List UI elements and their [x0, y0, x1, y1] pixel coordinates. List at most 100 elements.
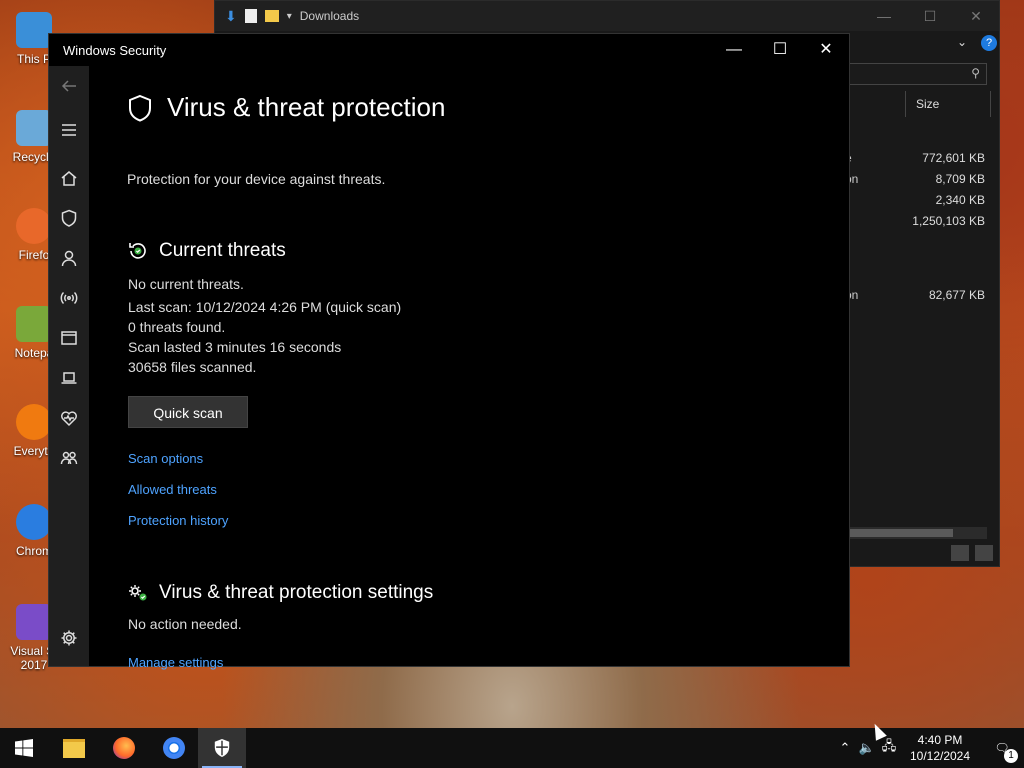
quick-scan-button[interactable]: Quick scan [128, 396, 248, 428]
settings-gear-icon[interactable] [59, 628, 79, 648]
explorer-window-controls: — ☐ ✕ [861, 8, 999, 25]
settings-heading: Virus & threat protection settings [127, 582, 433, 604]
list-item[interactable]: :1,250,103 KB [845, 214, 985, 235]
close-button[interactable]: ✕ [953, 8, 999, 25]
quick-access-toolbar: ⬇ ▾ [215, 8, 292, 25]
notification-count-badge: 1 [1004, 749, 1018, 763]
firefox-icon [113, 737, 135, 759]
visual-studio-icon [16, 604, 52, 640]
file-list: e772,601 KB on8,709 KB 2,340 KB :1,250,1… [845, 151, 985, 309]
scrollbar-thumb[interactable] [849, 529, 953, 537]
network-icon[interactable]: 🖧 [878, 737, 900, 759]
large-icons-view-icon[interactable] [975, 545, 993, 561]
laptop-icon[interactable] [59, 368, 79, 388]
clock-date: 10/12/2024 [909, 749, 971, 763]
security-titlebar[interactable]: Windows Security — ☐ ✕ [49, 34, 849, 66]
maximize-button[interactable]: ☐ [907, 8, 953, 25]
minimize-button[interactable]: — [861, 8, 907, 25]
section-title: Virus & threat protection settings [159, 582, 434, 603]
search-icon: ⚲ [971, 66, 980, 80]
minimize-button[interactable]: — [711, 34, 757, 66]
threat-status-text: No current threats. [128, 276, 244, 292]
system-tray: ⌃ 🔈 🖧 4:40 PM 10/12/2024 🗨 1 [834, 728, 1024, 768]
window-controls: — ☐ ✕ [711, 34, 849, 66]
navigation-rail [49, 66, 89, 666]
chrome-icon [16, 504, 52, 540]
action-center-button[interactable]: 🗨 1 [980, 741, 1024, 763]
recycle-bin-icon [16, 110, 52, 146]
notepad-icon [16, 306, 52, 342]
volume-muted-icon[interactable]: 🔈 [856, 740, 878, 756]
scan-duration-text: Scan lasted 3 minutes 16 seconds [128, 339, 342, 355]
list-gap [845, 235, 985, 288]
view-toggle [951, 545, 993, 561]
windows-logo-icon [15, 739, 33, 757]
help-icon[interactable]: ? [981, 35, 997, 51]
download-arrow-icon[interactable]: ⬇ [225, 8, 237, 25]
column-header-size[interactable]: Size [905, 91, 991, 117]
folder-icon[interactable] [264, 10, 279, 22]
taskbar-chrome[interactable] [150, 728, 198, 768]
firefox-icon [16, 208, 52, 244]
computer-icon [16, 12, 52, 48]
explorer-title: Downloads [299, 9, 360, 23]
family-icon[interactable] [59, 448, 79, 468]
page-subtitle: Protection for your device against threa… [127, 171, 386, 187]
current-threats-heading: Current threats [127, 240, 286, 262]
windows-security-window[interactable]: Windows Security — ☐ ✕ Virus & threat pr… [48, 33, 850, 670]
customize-toolbar-icon[interactable]: ▾ [287, 11, 292, 22]
threat-status-lines: No current threats. Last scan: 10/12/202… [128, 274, 401, 377]
close-button[interactable]: ✕ [803, 34, 849, 66]
threats-found-text: 0 threats found. [128, 319, 226, 335]
horizontal-scrollbar[interactable] [847, 527, 987, 539]
heart-pulse-icon[interactable] [59, 408, 79, 428]
everything-search-icon [16, 404, 52, 440]
file-size: 2,340 KB [935, 193, 985, 207]
start-button[interactable] [0, 728, 48, 768]
manage-settings-link[interactable]: Manage settings [128, 655, 223, 670]
page-title-text: Virus & threat protection [167, 92, 446, 122]
file-size: 8,709 KB [935, 172, 985, 186]
shield-icon[interactable] [59, 208, 79, 228]
taskbar: ⌃ 🔈 🖧 4:40 PM 10/12/2024 🗨 1 [0, 728, 1024, 768]
window-title: Windows Security [63, 42, 167, 58]
scan-options-link[interactable]: Scan options [128, 451, 203, 466]
page-title: Virus & threat protection [127, 92, 445, 123]
scan-history-icon [129, 243, 146, 259]
file-size: 772,601 KB [922, 151, 985, 165]
list-item[interactable]: 2,340 KB [845, 193, 985, 214]
clock-time: 4:40 PM [917, 733, 963, 747]
gears-icon [129, 585, 147, 601]
explorer-titlebar[interactable]: ⬇ ▾ Downloads — ☐ ✕ [215, 1, 999, 31]
list-item[interactable]: e772,601 KB [845, 151, 985, 172]
folder-icon [63, 738, 85, 758]
taskbar-file-explorer[interactable] [50, 728, 98, 768]
properties-icon[interactable] [244, 9, 257, 23]
list-item[interactable]: on 8,709 KB [845, 172, 985, 193]
file-size: 1,250,103 KB [912, 214, 985, 228]
explorer-search-input[interactable]: ⚲ [849, 63, 987, 85]
taskbar-firefox[interactable] [100, 728, 148, 768]
allowed-threats-link[interactable]: Allowed threats [128, 482, 217, 497]
protection-history-link[interactable]: Protection history [128, 513, 228, 528]
files-scanned-text: 30658 files scanned. [128, 359, 257, 375]
browser-window-icon[interactable] [59, 328, 79, 348]
wireless-signal-icon[interactable] [59, 288, 79, 308]
back-arrow-icon[interactable] [59, 76, 79, 96]
chevron-up-icon[interactable]: ⌃ [834, 740, 856, 756]
expand-ribbon-icon[interactable]: ⌄ [957, 35, 967, 49]
security-content: Virus & threat protection Protection for… [89, 66, 849, 670]
section-title: Current threats [159, 240, 286, 261]
home-icon[interactable] [59, 168, 79, 188]
settings-status-text: No action needed. [128, 616, 242, 632]
person-icon[interactable] [59, 248, 79, 268]
last-scan-text: Last scan: 10/12/2024 4:26 PM (quick sca… [128, 299, 402, 315]
hamburger-menu-icon[interactable] [59, 120, 79, 140]
maximize-button[interactable]: ☐ [757, 34, 803, 66]
chrome-icon [163, 737, 185, 759]
list-item[interactable]: on 82,677 KB [845, 288, 985, 309]
details-view-icon[interactable] [951, 545, 969, 561]
file-size: 82,677 KB [928, 288, 985, 302]
taskbar-windows-security[interactable] [198, 728, 246, 768]
clock[interactable]: 4:40 PM 10/12/2024 [900, 732, 980, 764]
